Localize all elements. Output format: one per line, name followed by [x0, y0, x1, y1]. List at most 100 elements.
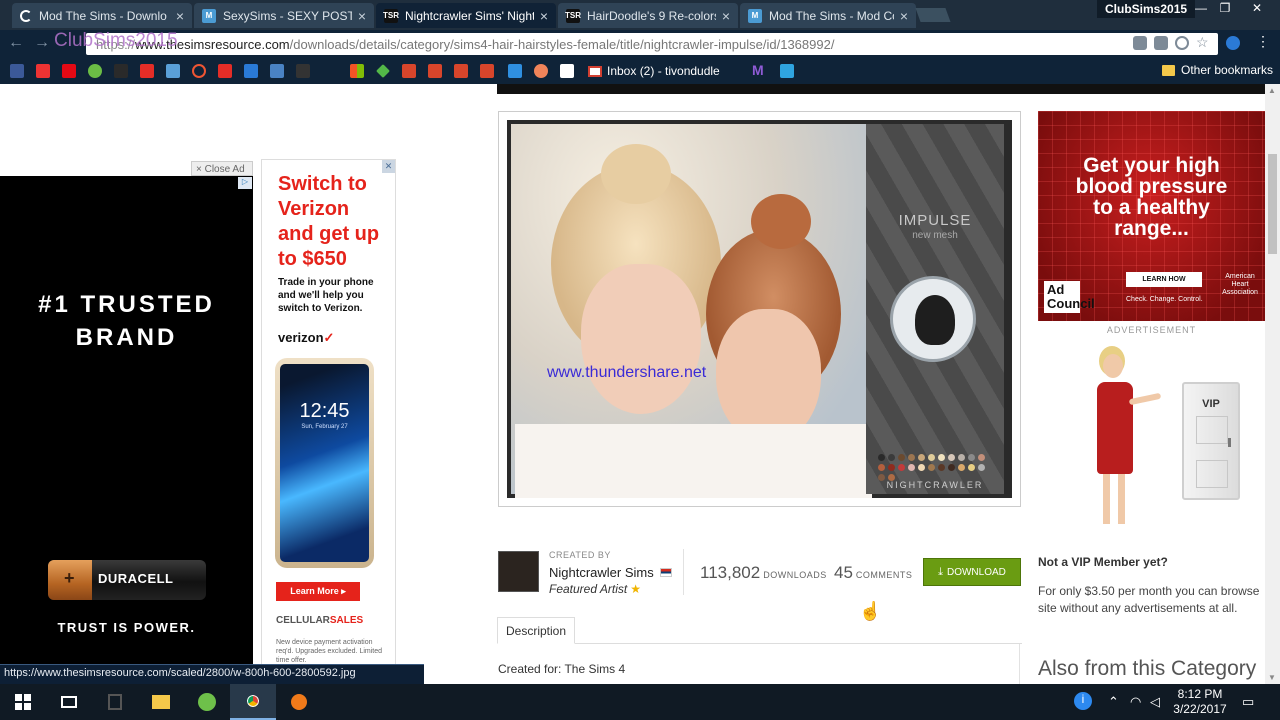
door-panel: [1196, 416, 1228, 444]
learn-how-button[interactable]: LEARN HOW: [1126, 272, 1202, 287]
taskbar-app[interactable]: [92, 684, 138, 720]
extension-puzzle-icon[interactable]: [1154, 36, 1168, 50]
scroll-down-icon[interactable]: ▼: [1268, 673, 1276, 682]
microsoft-icon[interactable]: [350, 64, 364, 78]
bookmark-icon[interactable]: [428, 64, 442, 78]
bookmark-gmail-inbox[interactable]: Inbox (2) - tivondudle: [588, 64, 720, 78]
netflix-icon[interactable]: [62, 64, 76, 78]
bookmark-icon[interactable]: [560, 64, 574, 78]
volume-icon[interactable]: ◁: [1150, 694, 1160, 710]
creator-link[interactable]: Nightcrawler Sims: [549, 565, 672, 580]
bookmark-icon[interactable]: [114, 64, 128, 78]
bookmark-icon[interactable]: [270, 64, 284, 78]
tab-nightcrawler-impulse[interactable]: TSR Nightcrawler Sims' Night ×: [376, 3, 556, 28]
new-tab-button[interactable]: [915, 8, 951, 22]
color-swatch: [948, 454, 955, 461]
page-scrollbar[interactable]: ▲ ▼: [1265, 84, 1280, 684]
scroll-thumb[interactable]: [1268, 154, 1277, 254]
creator-avatar[interactable]: [498, 551, 539, 592]
bookmark-icon[interactable]: [88, 64, 102, 78]
profile-button[interactable]: ClubSims2015: [1097, 0, 1196, 18]
bookmark-icon[interactable]: [296, 64, 310, 78]
close-tab-icon[interactable]: ×: [358, 8, 366, 24]
plumbob-icon[interactable]: [376, 64, 390, 78]
youtube-icon[interactable]: [140, 64, 154, 78]
zoom-icon[interactable]: [1175, 36, 1189, 50]
bookmark-icon[interactable]: [402, 64, 416, 78]
phone-time: 12:45: [299, 400, 350, 422]
minimize-icon[interactable]: —: [1188, 0, 1214, 18]
bookmark-icon[interactable]: [454, 64, 468, 78]
flag-icon: [659, 568, 672, 577]
tab-hairdoodle-recolors[interactable]: TSR HairDoodle's 9 Re-colors ×: [558, 3, 738, 28]
bookmark-m-icon[interactable]: M: [752, 62, 766, 78]
action-center-icon[interactable]: ▭: [1242, 694, 1254, 710]
other-bookmarks[interactable]: Other bookmarks: [1162, 63, 1273, 77]
close-ad-button[interactable]: × Close Ad: [191, 161, 253, 176]
close-tab-icon[interactable]: ×: [176, 8, 184, 24]
duracell-ad[interactable]: #1 TRUSTED BRAND + DURACELL TRUST IS POW…: [0, 176, 253, 668]
logo-text: CELLULAR: [276, 615, 330, 626]
tab-description[interactable]: Description: [497, 617, 575, 644]
tab-mod-the-sims-mod[interactable]: M Mod The Sims - Mod Co ×: [740, 3, 916, 28]
phone-date: Sun, February 27: [301, 424, 348, 430]
plumbob-icon: [198, 693, 216, 711]
hp-icon[interactable]: [1226, 36, 1240, 50]
scroll-up-icon[interactable]: ▲: [1268, 86, 1276, 95]
close-tab-icon[interactable]: ×: [722, 8, 730, 24]
learn-more-button[interactable]: Learn More ▸: [276, 582, 360, 601]
tab-sexysims-poster[interactable]: M SexySims - SEXY POSTER ×: [194, 3, 374, 28]
ad-headline-line: #1 TRUSTED BRAND: [38, 291, 215, 351]
file-explorer-button[interactable]: [138, 684, 184, 720]
ad-headline: Get your high blood pressure to a health…: [1075, 154, 1228, 240]
bookmark-icon[interactable]: [480, 64, 494, 78]
facebook-icon[interactable]: [10, 64, 24, 78]
forward-icon[interactable]: →: [34, 34, 50, 52]
color-swatch: [878, 454, 885, 461]
product-image[interactable]: www.thundershare.net IMPULSE new mesh NI…: [507, 120, 1012, 498]
show-hidden-icons[interactable]: ⌃: [1108, 694, 1119, 710]
menu-icon[interactable]: ⋮: [1256, 33, 1270, 49]
comments-count[interactable]: 45 COMMENTS: [834, 563, 912, 583]
address-bar[interactable]: https://www.thesimsresource.com/download…: [86, 33, 1218, 55]
image-signature: NIGHTCRAWLER: [886, 480, 984, 490]
close-tab-icon[interactable]: ×: [900, 8, 908, 24]
vip-door-image[interactable]: VIP: [1182, 382, 1240, 500]
header-strip: [497, 84, 1265, 94]
woman-head: [1103, 354, 1123, 378]
recorder-app-button[interactable]: [276, 684, 322, 720]
tab-mod-the-sims-download[interactable]: Mod The Sims - Downlo ×: [12, 3, 192, 28]
tsr-favicon-icon: TSR: [565, 8, 581, 23]
bookmark-star-icon[interactable]: ☆: [1196, 34, 1210, 50]
adchoices-icon[interactable]: ▷: [238, 177, 252, 189]
wifi-icon[interactable]: ◠: [1130, 694, 1141, 710]
download-button[interactable]: ⤓ DOWNLOAD: [923, 558, 1021, 586]
tab-title: Nightcrawler Sims' Night: [405, 8, 534, 23]
restore-icon[interactable]: ❐: [1212, 0, 1238, 18]
youtube-icon[interactable]: [218, 64, 232, 78]
color-swatch: [888, 454, 895, 461]
close-tab-icon[interactable]: ×: [540, 8, 548, 24]
blood-pressure-ad[interactable]: Get your high blood pressure to a health…: [1038, 111, 1265, 321]
bookmark-icon[interactable]: [36, 64, 50, 78]
chrome-button[interactable]: [230, 684, 276, 720]
close-window-icon[interactable]: ✕: [1244, 0, 1270, 18]
sims-app-button[interactable]: [184, 684, 230, 720]
bookmark-icon[interactable]: [244, 64, 258, 78]
system-clock[interactable]: 8:12 PM 3/22/2017: [1170, 687, 1230, 717]
featured-artist-badge: Featured Artist ★: [549, 582, 641, 596]
bookmark-icon[interactable]: [780, 64, 794, 78]
back-icon[interactable]: ←: [8, 34, 24, 52]
color-swatch: [968, 454, 975, 461]
task-view-button[interactable]: [46, 684, 92, 720]
bookmark-icon[interactable]: [534, 64, 548, 78]
opera-icon[interactable]: [192, 64, 206, 78]
color-swatch: [978, 454, 985, 461]
notification-info-icon[interactable]: i: [1074, 692, 1092, 710]
extension-icon[interactable]: [1133, 36, 1147, 50]
bookmark-icon[interactable]: [508, 64, 522, 78]
verizon-ad[interactable]: ✕ Switch to Verizon and get up to $650 T…: [261, 159, 396, 668]
start-button[interactable]: [0, 684, 46, 720]
color-swatch: [958, 454, 965, 461]
bookmark-icon[interactable]: [166, 64, 180, 78]
